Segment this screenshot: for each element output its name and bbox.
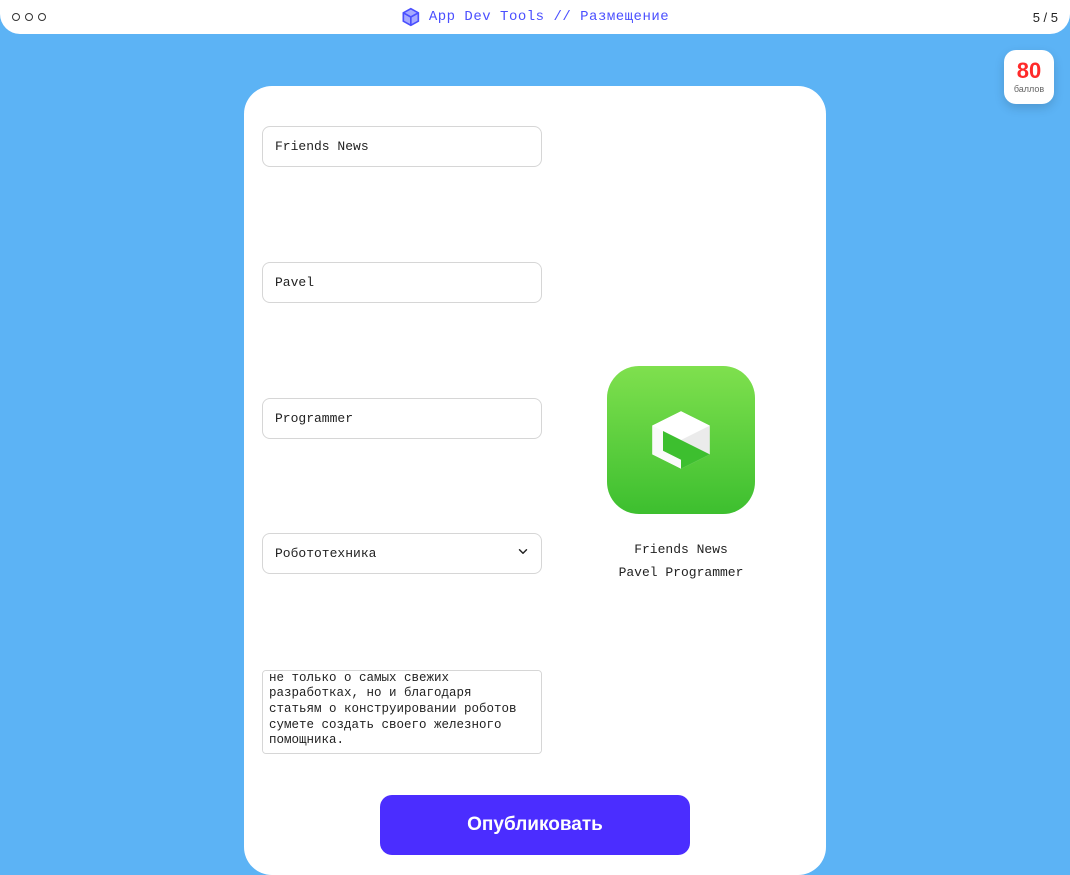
score-label: баллов — [1014, 84, 1044, 94]
window-dot-icon[interactable] — [38, 13, 46, 21]
window-dot-icon[interactable] — [12, 13, 20, 21]
publish-button[interactable]: Опубликовать — [380, 795, 690, 855]
description-textarea[interactable]: робототехники. Здесь вы узнаете не тольк… — [262, 670, 542, 754]
preview-app-name: Friends News — [634, 542, 728, 557]
category-select-wrap[interactable]: Робототехника — [262, 533, 542, 574]
page-title: App Dev Tools // Размещение — [429, 9, 669, 25]
preview-author: Pavel Programmer — [619, 565, 744, 580]
category-select[interactable]: Робототехника — [262, 533, 542, 574]
app-name-input[interactable] — [262, 126, 542, 167]
top-bar: App Dev Tools // Размещение 5 / 5 — [0, 0, 1070, 34]
window-dot-icon[interactable] — [25, 13, 33, 21]
cube-icon — [401, 7, 421, 27]
window-controls[interactable] — [12, 13, 46, 21]
app-icon — [607, 366, 755, 514]
preview-column: Friends News Pavel Programmer — [554, 126, 808, 759]
form-left-column: Робототехника робототехники. Здесь вы уз… — [262, 126, 542, 759]
score-badge: 80 баллов — [1004, 50, 1054, 104]
first-name-input[interactable] — [262, 262, 542, 303]
score-value: 80 — [1017, 60, 1041, 82]
last-name-input[interactable] — [262, 398, 542, 439]
topbar-title-group: App Dev Tools // Размещение — [401, 7, 669, 27]
page-counter: 5 / 5 — [1033, 10, 1058, 25]
form-card: Робототехника робототехники. Здесь вы уз… — [244, 86, 826, 875]
